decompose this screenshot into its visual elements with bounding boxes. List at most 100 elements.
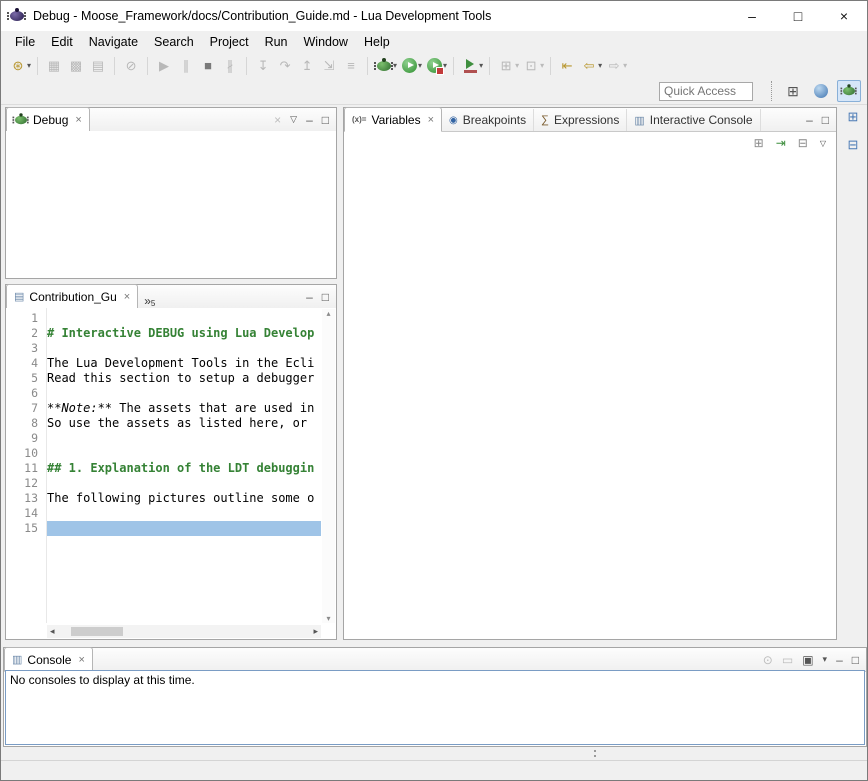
new-dropdown-icon[interactable]: ▾ bbox=[27, 61, 31, 70]
remove-terminated-icon[interactable]: × bbox=[274, 113, 281, 127]
new-wizard-icon[interactable]: ⊛ bbox=[9, 56, 27, 76]
coverage-dropdown-icon[interactable]: ▾ bbox=[443, 61, 447, 70]
debug-icon[interactable] bbox=[375, 56, 393, 76]
debug-maximize-icon[interactable]: □ bbox=[322, 113, 329, 127]
scroll-left-icon[interactable]: ◂ bbox=[50, 626, 55, 637]
resume-icon[interactable]: ▶ bbox=[155, 56, 173, 76]
coverage-icon[interactable] bbox=[425, 56, 443, 76]
editor-maximize-icon[interactable]: □ bbox=[322, 290, 329, 304]
menu-window[interactable]: Window bbox=[296, 32, 356, 52]
step-into-icon[interactable]: ↧ bbox=[254, 56, 272, 76]
tab-expressions[interactable]: ∑ Expressions bbox=[534, 109, 627, 131]
menu-navigate[interactable]: Navigate bbox=[81, 32, 146, 52]
editor-body[interactable]: 1 2# Interactive DEBUG using Lua Develop… bbox=[6, 308, 336, 639]
show-type-names-icon[interactable]: ⊞ bbox=[754, 136, 764, 150]
disconnect-icon[interactable]: ∦ bbox=[221, 56, 239, 76]
open-perspective-button[interactable]: ⊞ bbox=[781, 80, 805, 102]
code-text[interactable] bbox=[47, 506, 321, 521]
open-console-icon[interactable]: ▣ bbox=[802, 653, 813, 667]
code-text[interactable]: **Note:** The assets that are used in bbox=[47, 401, 321, 416]
scroll-down-icon[interactable]: ▾ bbox=[326, 614, 330, 623]
tab-variables[interactable]: (x)= Variables × bbox=[344, 107, 442, 132]
code-text[interactable]: Read this section to setup a debugger bbox=[47, 371, 321, 386]
save-icon[interactable]: ▦ bbox=[45, 56, 63, 76]
variables-body[interactable] bbox=[344, 153, 836, 639]
variables-maximize-icon[interactable]: □ bbox=[822, 113, 829, 127]
forward-icon[interactable]: ⇨ bbox=[605, 56, 623, 76]
scroll-up-icon[interactable]: ▴ bbox=[326, 309, 330, 318]
back-icon[interactable]: ⇦ bbox=[580, 56, 598, 76]
code-text[interactable]: The Lua Development Tools in the Ecli bbox=[47, 356, 321, 371]
tab-debug[interactable]: Debug × bbox=[6, 107, 90, 132]
menu-edit[interactable]: Edit bbox=[43, 32, 81, 52]
last-edit-location-icon[interactable]: ⇤ bbox=[558, 56, 576, 76]
use-step-filters-icon[interactable]: ≡ bbox=[342, 56, 360, 76]
open-wizard-icon[interactable]: ⊡ bbox=[522, 56, 540, 76]
variables-view-menu-icon[interactable]: ▽ bbox=[820, 139, 826, 148]
open-wizard-dropdown-icon[interactable]: ▾ bbox=[540, 61, 544, 70]
minimize-button[interactable]: – bbox=[729, 1, 775, 31]
new-project-dropdown-icon[interactable]: ▾ bbox=[515, 61, 519, 70]
menu-project[interactable]: Project bbox=[202, 32, 257, 52]
console-maximize-icon[interactable]: □ bbox=[852, 653, 859, 667]
hidden-editors-chooser[interactable]: »5 bbox=[138, 292, 161, 308]
menu-file[interactable]: File bbox=[7, 32, 43, 52]
step-return-icon[interactable]: ↥ bbox=[298, 56, 316, 76]
horizontal-scrollbar[interactable]: ◂ ▸ bbox=[47, 625, 321, 638]
save-all-icon[interactable]: ▩ bbox=[67, 56, 85, 76]
step-over-icon[interactable]: ↷ bbox=[276, 56, 294, 76]
code-text[interactable]: The following pictures outline some o bbox=[47, 491, 321, 506]
code-text[interactable]: # Interactive DEBUG using Lua Develop bbox=[47, 326, 321, 341]
console-minimize-icon[interactable]: – bbox=[836, 653, 843, 667]
tab-contribution-guide[interactable]: ▤ Contribution_Gu × bbox=[6, 284, 138, 309]
editor-tab-close-icon[interactable]: × bbox=[124, 291, 130, 303]
external-tools-dropdown-icon[interactable]: ▾ bbox=[479, 61, 483, 70]
close-button[interactable]: × bbox=[821, 1, 867, 31]
scrollbar-thumb[interactable] bbox=[71, 627, 123, 636]
tab-breakpoints[interactable]: ◉ Breakpoints bbox=[442, 109, 534, 131]
show-logical-structures-icon[interactable]: ⇥ bbox=[776, 136, 786, 150]
debug-tab-close-icon[interactable]: × bbox=[75, 114, 81, 126]
debug-view-menu-icon[interactable]: ▽ bbox=[290, 114, 297, 125]
drop-to-frame-icon[interactable]: ⇲ bbox=[320, 56, 338, 76]
new-project-icon[interactable]: ⊞ bbox=[497, 56, 515, 76]
console-body[interactable]: No consoles to display at this time. bbox=[5, 670, 865, 745]
restore-views-icon[interactable]: ⊞ bbox=[848, 109, 859, 125]
debug-dropdown-icon[interactable]: ▾ bbox=[393, 61, 397, 70]
vertical-scrollbar[interactable]: ▴ ▾ bbox=[322, 309, 335, 623]
menu-run[interactable]: Run bbox=[257, 32, 296, 52]
code-text[interactable] bbox=[47, 521, 321, 536]
skip-all-breakpoints-icon[interactable]: ⊘ bbox=[122, 56, 140, 76]
tab-interactive-console[interactable]: ▥ Interactive Console bbox=[627, 109, 760, 131]
run-icon[interactable] bbox=[400, 56, 418, 76]
variables-minimize-icon[interactable]: – bbox=[806, 113, 813, 127]
terminate-icon[interactable]: ■ bbox=[199, 56, 217, 76]
code-text[interactable] bbox=[47, 431, 321, 446]
code-text[interactable] bbox=[47, 446, 321, 461]
tab-console[interactable]: ▥ Console × bbox=[4, 647, 93, 672]
menu-help[interactable]: Help bbox=[356, 32, 398, 52]
code-text[interactable]: So use the assets as listed here, or bbox=[47, 416, 321, 431]
code-text[interactable] bbox=[47, 386, 321, 401]
forward-dropdown-icon[interactable]: ▾ bbox=[623, 61, 627, 70]
editor-minimize-icon[interactable]: – bbox=[306, 290, 313, 304]
ldt-perspective-button[interactable] bbox=[809, 80, 833, 102]
maximize-button[interactable]: □ bbox=[775, 1, 821, 31]
code-text[interactable] bbox=[47, 341, 321, 356]
run-dropdown-icon[interactable]: ▾ bbox=[418, 61, 422, 70]
quick-access-input[interactable] bbox=[659, 82, 753, 101]
debug-minimize-icon[interactable]: – bbox=[306, 113, 313, 127]
collapse-all-icon[interactable]: ⊟ bbox=[798, 136, 808, 150]
external-tools-icon[interactable] bbox=[461, 56, 479, 76]
suspend-icon[interactable]: ∥ bbox=[177, 56, 195, 76]
variables-tab-close-icon[interactable]: × bbox=[428, 114, 434, 126]
scroll-right-icon[interactable]: ▸ bbox=[313, 626, 318, 637]
code-text[interactable] bbox=[47, 311, 321, 326]
pin-console-icon[interactable]: ⊙ bbox=[763, 653, 773, 667]
back-dropdown-icon[interactable]: ▾ bbox=[598, 61, 602, 70]
print-icon[interactable]: ▤ bbox=[89, 56, 107, 76]
display-selected-console-icon[interactable]: ▭ bbox=[782, 653, 793, 667]
console-tab-close-icon[interactable]: × bbox=[78, 654, 84, 666]
debug-perspective-button[interactable] bbox=[837, 80, 861, 102]
code-text[interactable]: ## 1. Explanation of the LDT debuggin bbox=[47, 461, 321, 476]
